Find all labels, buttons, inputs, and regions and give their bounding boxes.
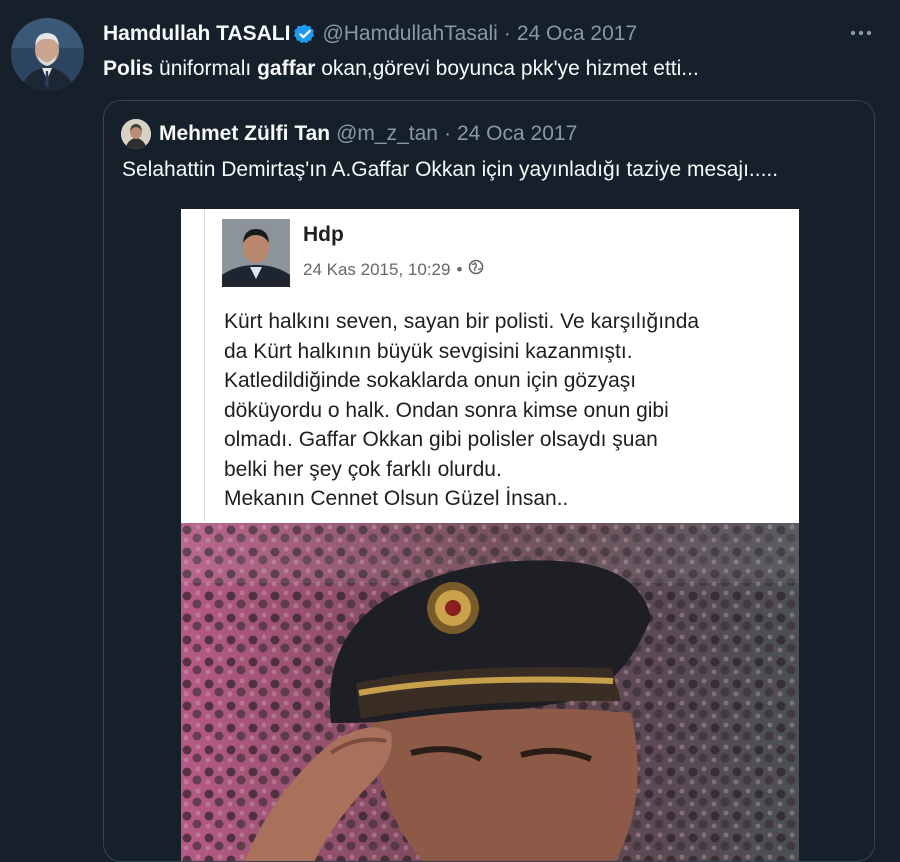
verified-badge-icon [294, 23, 316, 45]
post-body-line: belki her şey çok farklı olurdu. [224, 457, 502, 481]
tweet-text: Polis üniformalı gaffar okan,görevi boyu… [103, 55, 880, 83]
author-avatar[interactable] [11, 18, 84, 91]
tweet-text-bold-1: Polis [103, 57, 154, 80]
post-body-line: Katledildiğinde sokaklarda onun için göz… [224, 369, 637, 392]
post-page-name: Hdp [303, 223, 344, 246]
quoted-author-handle[interactable]: @m_z_tan [336, 122, 438, 146]
tweet[interactable]: Hamdullah TASALI @HamdullahTasali · 24 O… [0, 0, 900, 862]
header-separator: · [503, 22, 511, 45]
quoted-header-separator: · [443, 122, 451, 145]
author-avatar-image [11, 18, 84, 91]
post-body-line: döküyordu o halk. Ondan sonra kimse onun… [224, 398, 669, 422]
post-body-line: olmadı. Gaffar Okkan gibi polisler olsay… [224, 428, 658, 451]
saluting-officer-photo [181, 523, 799, 861]
post-body-line: Kürt halkını seven, sayan bir polisti. V… [224, 310, 700, 333]
quoted-tweet-image[interactable]: Hdp 24 Kas 2015, 10:29 • Kürt halkını se… [181, 209, 799, 861]
post-body-line: da Kürt halkının büyük sevgisini kazanmı… [224, 339, 633, 363]
tweet-text-part-2: okan,görevi boyunca pkk'ye hizmet etti..… [315, 57, 699, 80]
tweet-text-part-1: üniformalı [153, 57, 258, 80]
post-body: Kürt halkını seven, sayan bir polisti. V… [224, 307, 784, 514]
post-timestamp: 24 Kas 2015, 10:29 [303, 259, 451, 279]
facebook-post-screenshot: Hdp 24 Kas 2015, 10:29 • Kürt halkını se… [204, 209, 799, 521]
quoted-tweet-header: Mehmet Zülfi Tan @m_z_tan · 24 Oca 2017 [121, 119, 577, 149]
post-meta-separator: • [456, 259, 463, 279]
tweet-text-bold-2: gaffar [257, 57, 316, 80]
post-author-avatar [222, 219, 290, 287]
quoted-author-display-name[interactable]: Mehmet Zülfi Tan [159, 122, 330, 146]
post-body-line: Mekanın Cennet Olsun Güzel İnsan.. [224, 487, 569, 510]
quoted-tweet-text: Selahattin Demirtaş'ın A.Gaffar Okkan iç… [122, 158, 779, 181]
tweet-date[interactable]: 24 Oca 2017 [517, 22, 637, 46]
quoted-tweet-date[interactable]: 24 Oca 2017 [457, 122, 577, 146]
quoted-author-avatar[interactable] [121, 119, 151, 149]
author-display-name[interactable]: Hamdullah TASALI [103, 22, 290, 46]
globe-icon [468, 259, 484, 280]
author-handle[interactable]: @HamdullahTasali [322, 22, 497, 46]
tweet-header: Hamdullah TASALI @HamdullahTasali · 24 O… [103, 20, 880, 48]
more-options-icon[interactable] [848, 20, 874, 46]
quoted-tweet[interactable]: Mehmet Zülfi Tan @m_z_tan · 24 Oca 2017 … [103, 100, 875, 862]
post-meta: 24 Kas 2015, 10:29 • [303, 259, 484, 280]
